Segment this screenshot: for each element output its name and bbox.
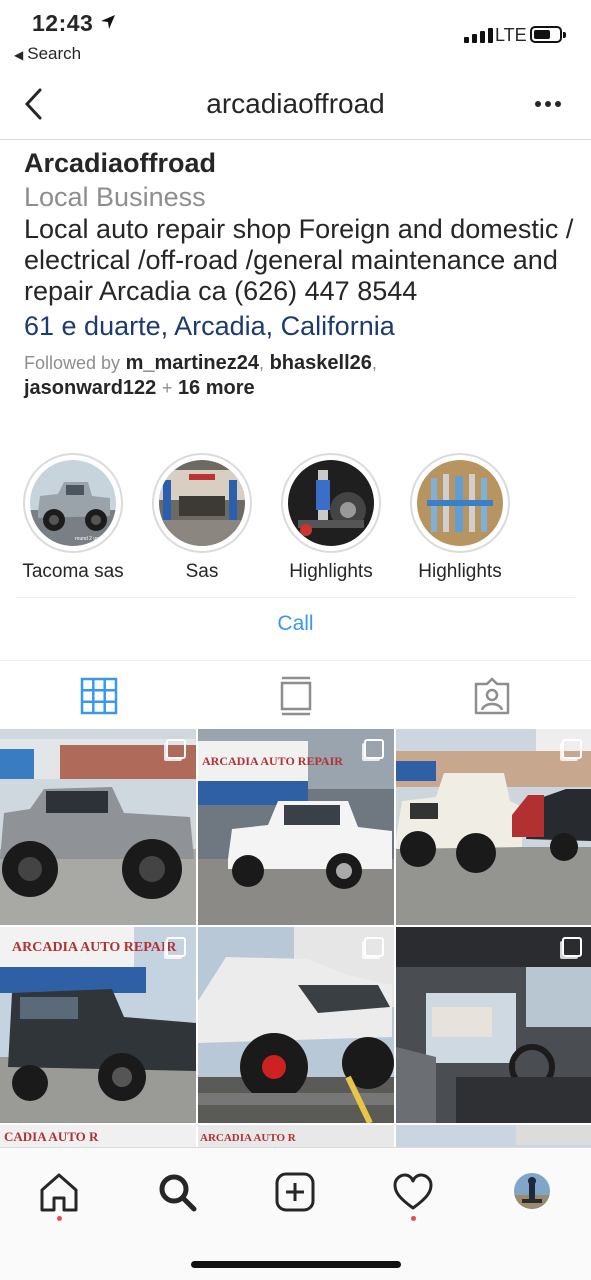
followed-by[interactable]: Followed by m_martinez24, bhaskell26, ja… [24,351,574,401]
grid-icon[interactable] [79,676,119,716]
location-arrow-icon [100,14,116,35]
back-triangle-icon: ◀ [14,48,24,62]
network-type: LTE [495,25,527,45]
follower-name[interactable]: m_martinez24 [126,352,259,374]
post-thumbnail[interactable] [198,927,394,1123]
svg-text:CADIA AUTO R: CADIA AUTO R [4,1129,99,1144]
highlight-sas[interactable]: Sas [137,453,267,583]
home-notification-dot [57,1216,62,1221]
post-thumbnail[interactable] [396,927,591,1123]
follower-name[interactable]: jasonward122 [24,377,156,399]
home-indicator [191,1261,401,1268]
battery-icon [530,26,566,43]
multiple-photos-icon [166,739,186,759]
followers-more[interactable]: 16 more [178,377,255,399]
profile-username-title: arcadiaoffroad [206,88,385,119]
highlight-label: Highlights [418,561,502,582]
suspension-photo-icon [288,460,374,546]
posts-grid: ARCADIA AUTO REPAIR ARCADIA AUTO REPAIR … [0,729,591,1147]
profile-tabs [0,660,591,728]
multiple-photos-icon [562,937,582,957]
bottom-tab-bar [0,1147,591,1280]
profile-info: Arcadiaoffroad Local Business Local auto… [24,148,574,401]
truck-photo-icon: round 2 underway [30,460,116,546]
back-to-search-label: Search [27,44,82,63]
highlight-suspension[interactable]: Highlights [266,453,396,583]
profile-address-link[interactable]: 61 e duarte, Arcadia, California [24,309,574,343]
profile-bio: Local auto repair shop Foreign and domes… [24,214,574,306]
multiple-photos-icon [562,739,582,759]
post-thumbnail[interactable] [396,1125,591,1147]
highlight-label: Sas [185,561,219,582]
tagged-icon[interactable] [472,676,512,716]
post-thumbnail[interactable] [396,729,591,925]
follower-name[interactable]: bhaskell26 [270,352,372,374]
shocks-photo-icon [417,460,503,546]
story-highlights: round 2 underway Tacoma sas Sas Highligh… [0,453,591,583]
followed-by-label: Followed by [24,353,121,373]
call-button[interactable]: Call [0,612,591,636]
post-thumbnail[interactable]: ARCADIA AUTO REPAIR [0,927,196,1123]
svg-text:ARCADIA AUTO R: ARCADIA AUTO R [200,1132,297,1144]
highlight-label: Tacoma sas [22,561,124,582]
post-thumbnail[interactable] [0,729,196,925]
multiple-photos-icon [364,739,384,759]
highlight-shocks[interactable]: Highlights [395,453,525,583]
post-thumbnail[interactable]: ARCADIA AUTO REPAIR [198,729,394,925]
signal-icon [464,28,493,43]
highlight-tacoma-sas[interactable]: round 2 underway Tacoma sas [8,453,138,583]
multiple-photos-icon [166,937,186,957]
profile-name: Arcadiaoffroad [24,148,217,178]
more-options-icon[interactable] [535,94,561,108]
arcadia-auto-repair-sign: ARCADIA AUTO REPAIR [12,940,177,955]
post-thumbnail[interactable]: CADIA AUTO R [0,1125,196,1147]
back-to-search-link[interactable]: ◀ Search [14,44,81,64]
add-post-icon[interactable] [273,1170,317,1214]
feed-icon[interactable] [276,676,316,716]
profile-category: Local Business [24,182,206,212]
status-time: 12:43 [32,10,94,36]
svg-text:round 2 underway: round 2 underway [75,536,116,542]
highlight-label: Highlights [289,561,373,582]
activity-heart-icon[interactable] [391,1170,435,1214]
profile-avatar[interactable] [514,1173,550,1209]
multiple-photos-icon [364,937,384,957]
divider [16,597,575,598]
profile-header: arcadiaoffroad [0,70,591,140]
arcadia-auto-repair-sign: ARCADIA AUTO REPAIR [202,754,343,768]
status-bar: 12:43 ◀ Search LTE [0,0,591,70]
post-thumbnail[interactable]: ARCADIA AUTO R [198,1125,394,1147]
shop-photo-icon [159,460,245,546]
activity-notification-dot [411,1216,416,1221]
home-icon[interactable] [37,1170,81,1214]
search-icon[interactable] [155,1170,199,1214]
